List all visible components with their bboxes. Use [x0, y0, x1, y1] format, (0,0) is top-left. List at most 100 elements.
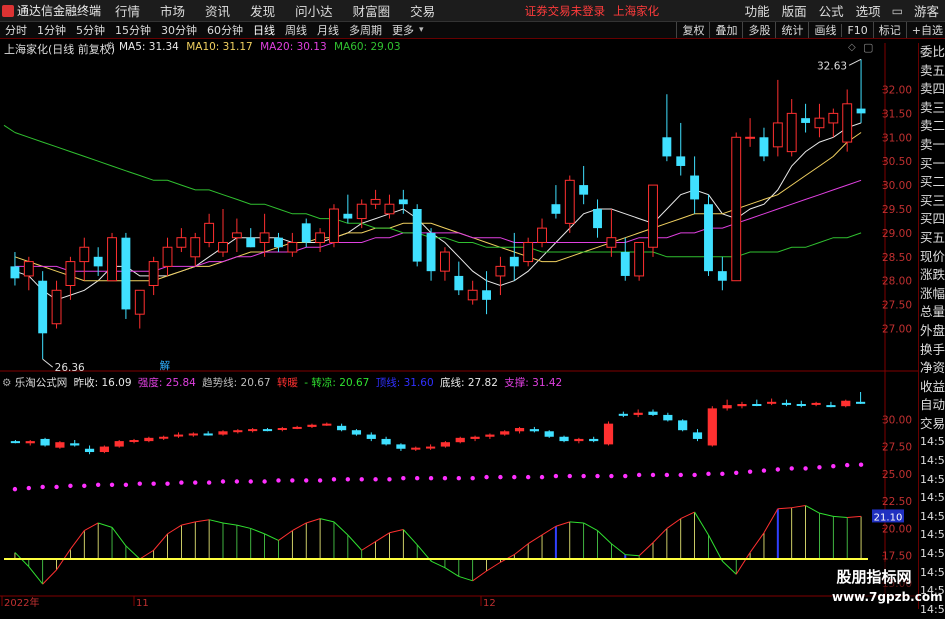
- sub-candle-body: [10, 441, 21, 444]
- sidebar-item[interactable]: 收益: [919, 378, 945, 397]
- sidebar-item[interactable]: 14:56: [919, 489, 945, 508]
- sub-candle-body: [381, 438, 391, 445]
- sidebar-item[interactable]: 涨跌: [919, 266, 945, 285]
- ma60-line-start: [3, 124, 16, 133]
- candle-body: [717, 271, 727, 281]
- sidebar-item[interactable]: 换手: [919, 341, 945, 360]
- trend-line-segment: [735, 552, 751, 575]
- candle-body: [93, 256, 103, 267]
- trend-line-segment: [708, 534, 723, 562]
- sub-candle-body: [425, 446, 436, 449]
- sub-candle-body: [55, 442, 65, 448]
- trend-line-segment: [625, 554, 640, 557]
- candle-body: [439, 251, 450, 272]
- sidebar-item[interactable]: 14:56: [919, 433, 945, 452]
- sidebar-item[interactable]: 卖四: [919, 80, 945, 99]
- support-dot: [193, 480, 198, 485]
- sidebar-item[interactable]: 买三: [919, 192, 945, 211]
- candle-body: [593, 209, 602, 229]
- sidebar-item[interactable]: 涨幅: [919, 285, 945, 304]
- trend-line-segment: [264, 533, 279, 541]
- sub-candle-body: [203, 433, 213, 436]
- candle-body: [10, 266, 20, 279]
- candle-body: [842, 103, 853, 143]
- candle-body: [426, 232, 436, 272]
- main-y-tick-label: 29.00: [882, 228, 912, 240]
- sidebar-item[interactable]: 14:56: [919, 471, 945, 490]
- sidebar-item[interactable]: 14:56: [919, 452, 945, 471]
- support-dot: [220, 479, 226, 484]
- sub-candle-body: [514, 428, 525, 432]
- support-dot: [373, 477, 378, 482]
- support-dot: [664, 472, 670, 478]
- sidebar-item[interactable]: 总量: [919, 303, 945, 322]
- support-dot: [276, 478, 281, 483]
- sidebar-item[interactable]: 14:56: [919, 508, 945, 527]
- main-y-tick-label: 30.00: [882, 180, 912, 192]
- trend-line-segment: [763, 508, 779, 534]
- trend-line-segment: [527, 534, 543, 545]
- trend-value-label: 21.10: [874, 512, 903, 523]
- sidebar-item[interactable]: 卖三: [919, 99, 945, 118]
- sub-candle-body: [455, 437, 465, 443]
- sidebar-item[interactable]: 外盘: [919, 322, 945, 341]
- sidebar-item[interactable]: 买二: [919, 173, 945, 192]
- sub-candle-body: [84, 448, 95, 453]
- sub-y-tick-label: 25.00: [882, 469, 912, 481]
- support-dot: [720, 471, 725, 477]
- trend-line-segment: [611, 543, 626, 556]
- sidebar-item[interactable]: 14:56: [919, 564, 945, 583]
- sidebar-item[interactable]: 自动: [919, 396, 945, 415]
- trend-line-segment: [444, 567, 460, 577]
- trend-line-segment: [111, 527, 127, 547]
- candle-body: [551, 204, 561, 214]
- sub-candle-body: [633, 412, 643, 415]
- trend-line-segment: [375, 532, 390, 542]
- support-dot: [428, 476, 434, 481]
- sidebar-item[interactable]: 净资: [919, 359, 945, 378]
- sub-candle-body: [470, 436, 480, 439]
- support-dot: [414, 476, 420, 481]
- low-marker-line: [42, 358, 53, 368]
- sidebar-item[interactable]: 现价: [919, 248, 945, 267]
- support-dot: [775, 467, 781, 472]
- support-dot: [26, 485, 32, 491]
- sidebar-item[interactable]: 卖二: [919, 117, 945, 136]
- sub-candle-body: [144, 437, 154, 442]
- candle-body: [537, 227, 547, 243]
- trend-line-segment: [666, 518, 682, 529]
- trend-line-segment: [541, 525, 557, 536]
- high-price-label: 32.63: [817, 60, 847, 72]
- sidebar-item[interactable]: 14:56: [919, 526, 945, 545]
- trend-line-segment: [791, 505, 806, 509]
- support-dot: [567, 473, 572, 479]
- sidebar-item[interactable]: 买一: [919, 155, 945, 174]
- support-dot: [553, 473, 559, 479]
- sidebar-item[interactable]: 买四: [919, 210, 945, 229]
- sidebar-item[interactable]: 卖一: [919, 136, 945, 155]
- candle-body: [662, 137, 672, 157]
- support-dot: [54, 484, 59, 490]
- sidebar-item[interactable]: 14:56: [919, 545, 945, 564]
- sidebar-item[interactable]: 委比: [919, 43, 945, 62]
- sidebar-item[interactable]: 卖五: [919, 62, 945, 81]
- chart-canvas[interactable]: 32.00 31.50 31.00 30.50 30.00 29.50 29.00 28.50…: [0, 0, 918, 609]
- low-price-label: 26.36: [55, 362, 85, 374]
- sub-candle-body: [366, 434, 376, 439]
- high-marker-line: [848, 58, 862, 66]
- watermark: 股朋指标网 www.7gpzb.com: [832, 562, 943, 608]
- candle-body: [51, 289, 62, 325]
- quote-sidebar: 委比 卖五 卖四 卖三 卖二 卖一 买一 买二 买三 买四 买五 现价 涨跌 涨幅 总量 外盘 换手 净资 收益 自动…: [918, 43, 945, 616]
- trend-line-segment: [98, 522, 113, 528]
- candle-body: [246, 237, 256, 248]
- candle-body: [370, 198, 381, 205]
- sidebar-item[interactable]: 买五: [919, 229, 945, 248]
- support-dot: [317, 478, 323, 483]
- candle-body: [482, 290, 491, 300]
- support-dot: [248, 479, 253, 484]
- candle-body: [731, 136, 742, 282]
- trend-line-segment: [28, 566, 44, 585]
- sidebar-item[interactable]: 交易: [919, 415, 945, 434]
- support-dot: [609, 473, 614, 479]
- sub-candle-body: [396, 444, 406, 449]
